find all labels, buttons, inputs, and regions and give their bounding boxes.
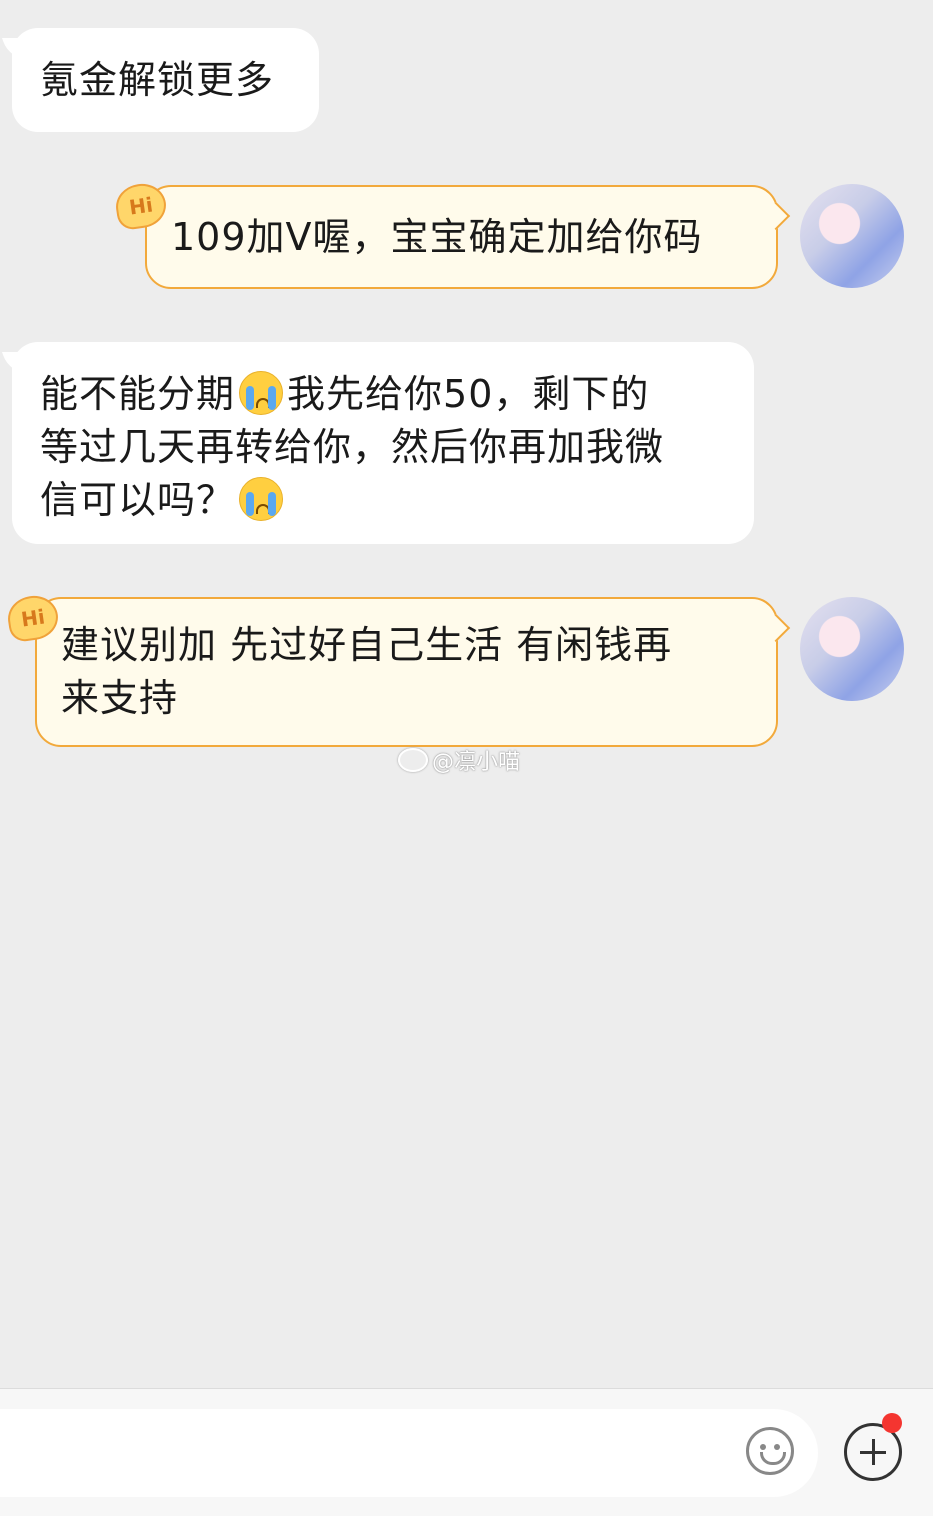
message-line: 等过几天再转给你，然后你再加我微 xyxy=(40,425,665,469)
incoming-message[interactable]: 能不能分期 我先给你50，剩下的 等过几天再转给你，然后你再加我微 信可以吗？ xyxy=(12,342,754,544)
crying-emoji-icon xyxy=(239,477,284,521)
outgoing-message[interactable]: 109加V喔，宝宝确定加给你码 xyxy=(145,185,778,289)
outgoing-message[interactable]: 建议别加 先过好自己生活 有闲钱再 来支持 xyxy=(35,597,778,747)
message-text: 氪金解锁更多 xyxy=(40,58,275,102)
avatar[interactable] xyxy=(800,597,904,701)
message-line: 来支持 xyxy=(61,676,179,720)
message-input[interactable] xyxy=(0,1409,818,1497)
incoming-message[interactable]: 氪金解锁更多 xyxy=(12,28,319,132)
input-bar xyxy=(0,1388,933,1516)
notification-dot xyxy=(882,1413,902,1433)
smiley-icon[interactable] xyxy=(746,1427,794,1475)
watermark: @凛小喵 xyxy=(398,744,520,776)
chat-area[interactable]: 氪金解锁更多 109加V喔，宝宝确定加给你码 Hi 能不能分期 我先给你50，剩下… xyxy=(0,0,933,1388)
message-line: 信可以吗？ xyxy=(40,474,726,527)
weibo-icon xyxy=(398,748,428,772)
watermark-text: @凛小喵 xyxy=(432,750,521,775)
message-text: 109加V喔，宝宝确定加给你码 xyxy=(171,215,703,259)
avatar[interactable] xyxy=(800,184,904,288)
message-line: 能不能分期 我先给你50，剩下的 xyxy=(40,371,650,416)
message-line: 建议别加 先过好自己生活 有闲钱再 xyxy=(61,623,673,667)
crying-emoji-icon xyxy=(239,371,284,415)
